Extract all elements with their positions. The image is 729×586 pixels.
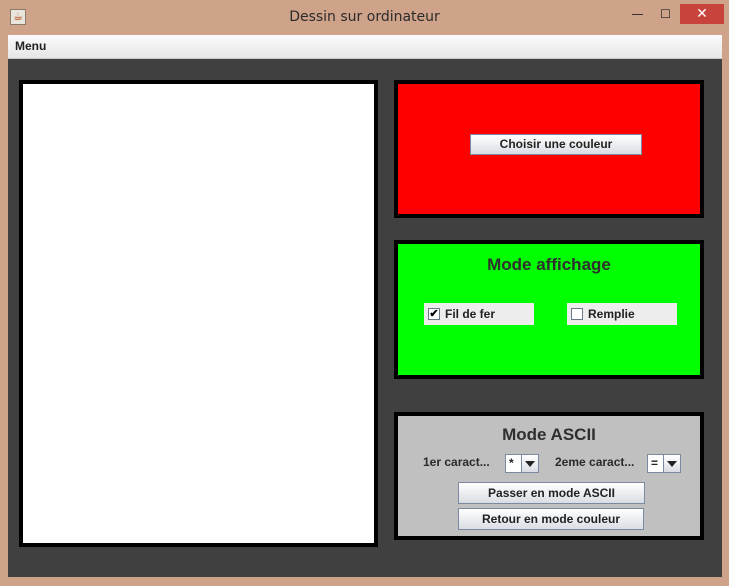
filled-checkbox[interactable]: Remplie bbox=[567, 303, 677, 325]
dropdown-button[interactable] bbox=[663, 455, 680, 472]
checkbox-empty-icon bbox=[571, 308, 583, 320]
menu-bar: Menu bbox=[8, 35, 722, 59]
second-char-select[interactable]: = bbox=[647, 454, 681, 473]
display-mode-panel: Mode affichage ✔ Fil de fer Remplie bbox=[394, 240, 704, 379]
first-char-label: 1er caract... bbox=[423, 455, 490, 469]
window-title: Dessin sur ordinateur bbox=[289, 9, 440, 25]
close-icon[interactable]: ✕ bbox=[680, 4, 724, 24]
second-char-value: = bbox=[651, 456, 659, 470]
chevron-down-icon bbox=[667, 461, 677, 467]
ascii-mode-panel: Mode ASCII 1er caract... * 2eme caract..… bbox=[394, 412, 704, 540]
ascii-mode-button[interactable]: Passer en mode ASCII bbox=[458, 482, 645, 504]
first-char-select[interactable]: * bbox=[505, 454, 539, 473]
color-panel: Choisir une couleur bbox=[394, 80, 704, 218]
ascii-mode-title: Mode ASCII bbox=[502, 425, 596, 444]
filled-label: Remplie bbox=[588, 307, 635, 321]
display-mode-title: Mode affichage bbox=[487, 255, 611, 274]
app-window: ☕ Dessin sur ordinateur — ☐ ✕ Menu Chois… bbox=[0, 0, 729, 586]
menu-button[interactable]: Menu bbox=[15, 39, 46, 53]
checkmark-icon: ✔ bbox=[428, 308, 440, 320]
content-pane: Choisir une couleur Mode affichage ✔ Fil… bbox=[8, 59, 722, 577]
minimize-icon[interactable]: — bbox=[625, 4, 650, 24]
first-char-value: * bbox=[509, 456, 514, 470]
choose-color-button[interactable]: Choisir une couleur bbox=[470, 134, 642, 155]
dropdown-button[interactable] bbox=[521, 455, 538, 472]
color-mode-button[interactable]: Retour en mode couleur bbox=[458, 508, 644, 530]
second-char-label: 2eme caract... bbox=[555, 455, 635, 469]
wireframe-checkbox[interactable]: ✔ Fil de fer bbox=[424, 303, 534, 325]
drawing-canvas[interactable] bbox=[19, 80, 378, 547]
title-bar[interactable]: ☕ Dessin sur ordinateur — ☐ ✕ bbox=[0, 0, 729, 34]
chevron-down-icon bbox=[525, 461, 535, 467]
wireframe-label: Fil de fer bbox=[445, 307, 496, 321]
maximize-icon[interactable]: ☐ bbox=[653, 4, 678, 24]
